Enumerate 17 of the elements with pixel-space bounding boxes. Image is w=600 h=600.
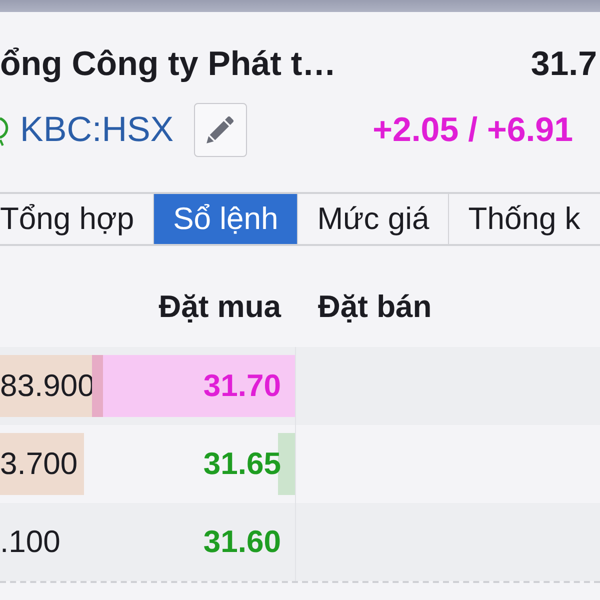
ticker-code: KBC:HSX xyxy=(20,110,174,150)
price-change: +2.05 / +6.91 xyxy=(372,110,573,150)
pencil-icon xyxy=(206,116,234,144)
edit-button[interactable] xyxy=(194,103,247,157)
company-name: ổng Công ty Phát t… xyxy=(0,44,336,84)
volume-value: 83.900 xyxy=(0,368,95,404)
last-price: 31.7 xyxy=(530,44,597,84)
bid-price: 31.60 xyxy=(203,524,281,560)
volume-value: .100 xyxy=(0,524,60,560)
bid-price: 31.65 xyxy=(203,446,281,482)
tab[interactable]: Thống k xyxy=(449,194,600,244)
tab[interactable]: Mức giá xyxy=(298,194,450,244)
volume-value: 3.700 xyxy=(0,446,78,482)
tab[interactable]: Sổ lệnh xyxy=(154,194,298,244)
bid-price: 31.70 xyxy=(203,368,281,404)
column-header: Đặt mua xyxy=(158,289,282,325)
column-header: Đặt bán xyxy=(317,289,433,325)
